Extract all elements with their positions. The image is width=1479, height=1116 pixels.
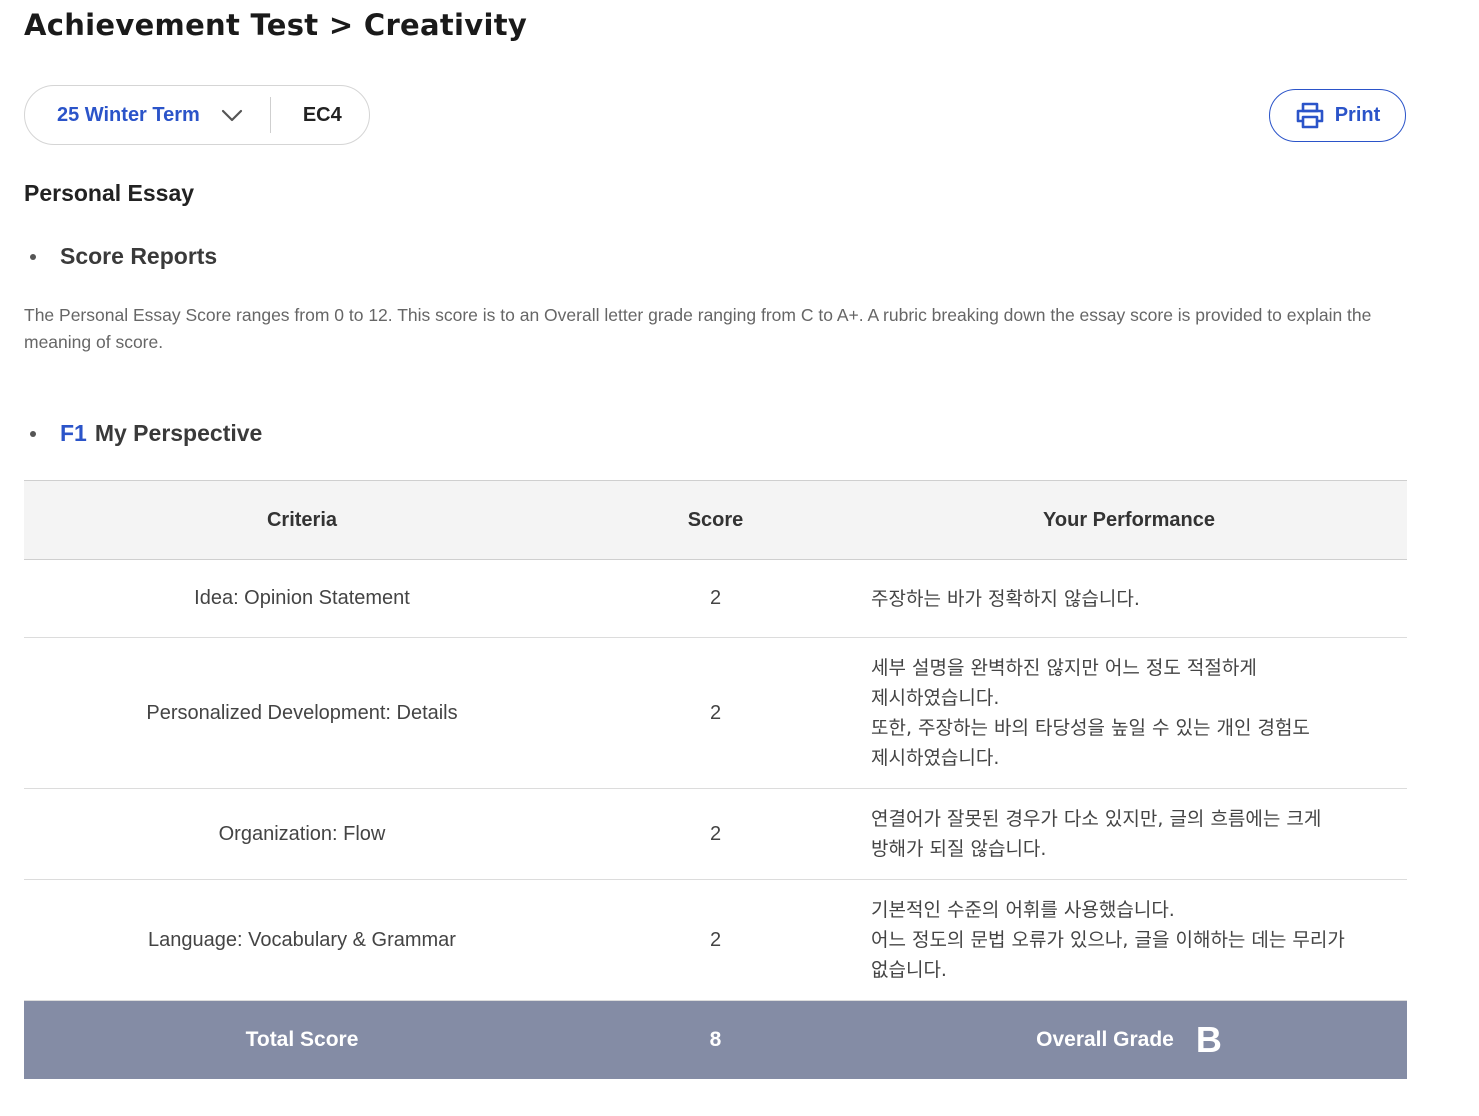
subsection-heading: F1 My Perspective [30, 420, 262, 447]
performance-cell: 기본적인 수준의 어휘를 사용했습니다. 어느 정도의 문법 오류가 있으나, … [851, 879, 1407, 1001]
score-reports-heading: Score Reports [30, 243, 217, 270]
performance-line: 세부 설명을 완벽하진 않지만 어느 정도 적절하게 [871, 657, 1257, 679]
total-label: Total Score [24, 1000, 580, 1079]
print-button[interactable]: Print [1269, 89, 1406, 142]
printer-icon [1296, 102, 1324, 129]
chevron-down-icon [221, 109, 242, 122]
total-row: Total Score 8 Overall Grade B [24, 1000, 1407, 1079]
performance-line: 기본적인 수준의 어휘를 사용했습니다. [871, 899, 1175, 921]
class-code: EC4 [302, 103, 342, 126]
term-label: 25 Winter Term [57, 103, 200, 126]
subsection-code: F1 [60, 420, 87, 446]
performance-header: Your Performance [851, 480, 1407, 560]
section-title: Personal Essay [24, 180, 195, 206]
page-title: Achievement Test > Creativity [24, 8, 528, 42]
criteria-cell: Idea: Opinion Statement [24, 559, 580, 638]
overall-grade-label: Overall Grade [1036, 1028, 1174, 1051]
score-header: Score [580, 480, 851, 560]
table-row: Language: Vocabulary & Grammar 2 기본적인 수준… [24, 879, 1407, 1001]
score-reports-label: Score Reports [60, 243, 218, 269]
criteria-header: Criteria [24, 480, 580, 560]
performance-line: 연결어가 잘못된 경우가 다소 있지만, 글의 흐름에는 크게 [871, 808, 1322, 830]
performance-cell: 연결어가 잘못된 경우가 다소 있지만, 글의 흐름에는 크게 방해가 되질 않… [851, 788, 1407, 880]
score-description: The Personal Essay Score ranges from 0 t… [24, 305, 1372, 352]
criteria-cell: Organization: Flow [24, 788, 580, 880]
print-label: Print [1334, 104, 1381, 126]
table-row: Personalized Development: Details 2 세부 설… [24, 637, 1407, 789]
bullet-dot [30, 253, 36, 260]
performance-line: 방해가 되질 않습니다. [871, 838, 1047, 860]
performance-cell: 주장하는 바가 정확하지 않습니다. [851, 559, 1407, 638]
performance-cell: 세부 설명을 완벽하진 않지만 어느 정도 적절하게 제시하였습니다. 또한, … [851, 637, 1407, 789]
overall-grade-value: B [1195, 1019, 1222, 1060]
bullet-dot [30, 430, 36, 437]
total-score: 8 [580, 1000, 851, 1079]
performance-line: 없습니다. [871, 959, 947, 981]
performance-line: 또한, 주장하는 바의 타당성을 높일 수 있는 개인 경험도 [871, 717, 1310, 739]
score-cell: 2 [580, 637, 851, 789]
performance-line: 주장하는 바가 정확하지 않습니다. [871, 587, 1140, 610]
overall-grade-cell: Overall Grade B [851, 1000, 1407, 1079]
score-cell: 2 [580, 879, 851, 1001]
table-row: Idea: Opinion Statement 2 주장하는 바가 정확하지 않… [24, 559, 1407, 638]
term-dropdown[interactable]: 25 Winter Term [25, 86, 244, 144]
performance-line: 제시하였습니다. [871, 687, 1000, 709]
table-row: Organization: Flow 2 연결어가 잘못된 경우가 다소 있지만… [24, 788, 1407, 880]
score-cell: 2 [580, 788, 851, 880]
performance-line: 어느 정도의 문법 오류가 있으나, 글을 이해하는 데는 무리가 [871, 929, 1345, 951]
score-cell: 2 [580, 559, 851, 638]
rubric-table: Criteria Score Your Performance Idea: Op… [24, 480, 1407, 1079]
selector-divider [269, 97, 271, 133]
table-header-row: Criteria Score Your Performance [24, 480, 1407, 560]
term-class-selector: 25 Winter Term EC4 [24, 85, 370, 145]
criteria-cell: Language: Vocabulary & Grammar [24, 879, 580, 1001]
performance-line: 제시하였습니다. [871, 747, 1000, 769]
criteria-cell: Personalized Development: Details [24, 637, 580, 789]
subsection-title: My Perspective [94, 420, 263, 446]
